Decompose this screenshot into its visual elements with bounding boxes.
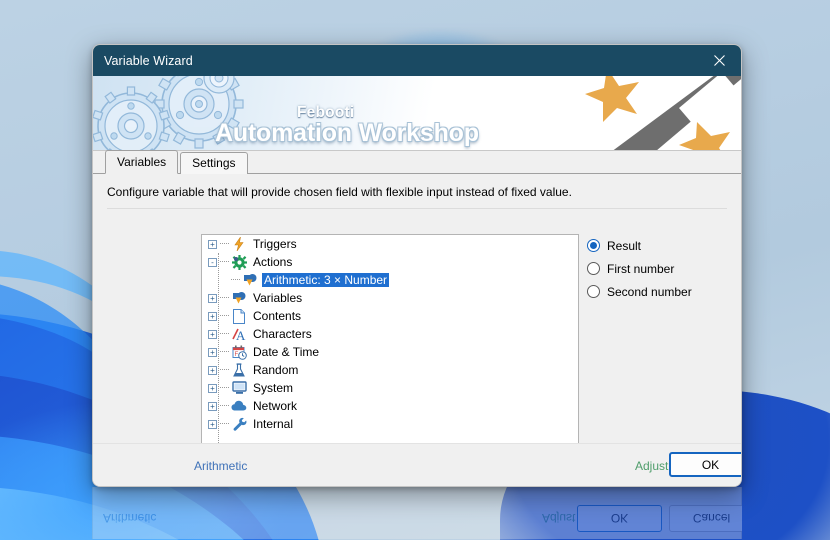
expander-actions[interactable]: - [208, 258, 217, 267]
calendar-clock-icon: F [231, 344, 247, 360]
radio-result[interactable]: Result [587, 234, 737, 257]
radio-indicator [587, 285, 600, 298]
page-description: Configure variable that will provide cho… [93, 174, 741, 199]
variable-play-icon [231, 290, 247, 306]
radio-label: First number [607, 262, 674, 276]
tree-item-label: Variables [251, 291, 304, 305]
divider [107, 208, 727, 209]
wrench-icon [231, 416, 247, 432]
cloud-icon [231, 398, 247, 414]
tree-connector [220, 333, 229, 335]
tab-settings[interactable]: Settings [180, 152, 247, 174]
expander-internal[interactable]: + [208, 420, 217, 429]
flask-icon [231, 362, 247, 378]
tree-item-internal[interactable]: + Internal [202, 415, 578, 433]
tree-connector [220, 351, 229, 353]
tree-connector [220, 261, 229, 263]
tree-connector [220, 243, 229, 245]
tree-item-label: Contents [251, 309, 303, 323]
tab-strip: Variables Settings [93, 151, 741, 174]
tree-item-label: System [251, 381, 295, 395]
lightning-bolt-icon [231, 236, 247, 252]
tree-item-actions[interactable]: - [202, 253, 578, 271]
tree-item-label: Actions [251, 255, 294, 269]
tree-item-characters[interactable]: + A Characters [202, 325, 578, 343]
wrench-icon [585, 76, 741, 151]
tree-item-variables[interactable]: + Variables [202, 289, 578, 307]
brand-main-label: Automation Workshop [215, 119, 479, 147]
tree-connector [231, 279, 240, 281]
dialog-title: Variable Wizard [104, 54, 193, 68]
page-icon [231, 308, 247, 324]
variable-play-icon [242, 272, 258, 288]
variable-tree[interactable]: + Triggers - [201, 234, 579, 456]
monitor-icon [231, 380, 247, 396]
tree-item-label: Arithmetic: 3 × Number [262, 273, 389, 287]
expander-network[interactable]: + [208, 402, 217, 411]
expander-characters[interactable]: + [208, 330, 217, 339]
tree-item-random[interactable]: + Random [202, 361, 578, 379]
tree-connector [220, 423, 229, 425]
tree-item-contents[interactable]: + Contents [202, 307, 578, 325]
expander-variables[interactable]: + [208, 294, 217, 303]
radio-label: Second number [607, 285, 692, 299]
option-group: Result First number Second number [587, 234, 737, 303]
tree-item-triggers[interactable]: + Triggers [202, 235, 578, 253]
radio-first-number[interactable]: First number [587, 257, 737, 280]
radio-label: Result [607, 239, 641, 253]
expander-triggers[interactable]: + [208, 240, 217, 249]
close-icon[interactable] [697, 45, 741, 76]
ok-button[interactable]: OK [669, 452, 742, 477]
tree-item-label: Triggers [251, 237, 299, 251]
letter-a-icon: A [231, 326, 247, 342]
dialog-body: Configure variable that will provide cho… [93, 174, 741, 487]
tree-item-system[interactable]: + System [202, 379, 578, 397]
arithmetic-link[interactable]: Arithmetic [194, 459, 247, 473]
expander-date-time[interactable]: + [208, 348, 217, 357]
tree-item-arithmetic[interactable]: Arithmetic: 3 × Number [202, 271, 578, 289]
radio-indicator [587, 262, 600, 275]
tree-item-network[interactable]: + Network [202, 397, 578, 415]
tab-variables[interactable]: Variables [105, 150, 178, 174]
brand-sub-label: Febooti [297, 105, 354, 121]
expander-system[interactable]: + [208, 384, 217, 393]
radio-indicator [587, 239, 600, 252]
svg-text:F: F [234, 352, 238, 358]
tree-item-label: Characters [251, 327, 314, 341]
variable-wizard-dialog: Variable Wizard [92, 44, 742, 487]
tree-connector [220, 387, 229, 389]
tree-connector [220, 297, 229, 299]
gear-icon [231, 254, 247, 270]
tree-item-date-time[interactable]: + F Date & Time [202, 343, 578, 361]
tree-connector [220, 369, 229, 371]
brand-wordmark: Febooti Automation Workshop [215, 121, 479, 146]
product-banner: Febooti Automation Workshop [93, 76, 741, 151]
expander-contents[interactable]: + [208, 312, 217, 321]
expander-random[interactable]: + [208, 366, 217, 375]
tree-item-label: Internal [251, 417, 295, 431]
dialog-footer: Arithmetic Adjust OK Cancel [93, 443, 741, 487]
dialog-titlebar: Variable Wizard [93, 45, 741, 76]
tree-item-label: Random [251, 363, 300, 377]
tree-connector [220, 315, 229, 317]
adjust-link[interactable]: Adjust [635, 459, 668, 473]
tree-item-label: Date & Time [251, 345, 321, 359]
tree-item-label: Network [251, 399, 299, 413]
radio-second-number[interactable]: Second number [587, 280, 737, 303]
tree-connector [220, 405, 229, 407]
